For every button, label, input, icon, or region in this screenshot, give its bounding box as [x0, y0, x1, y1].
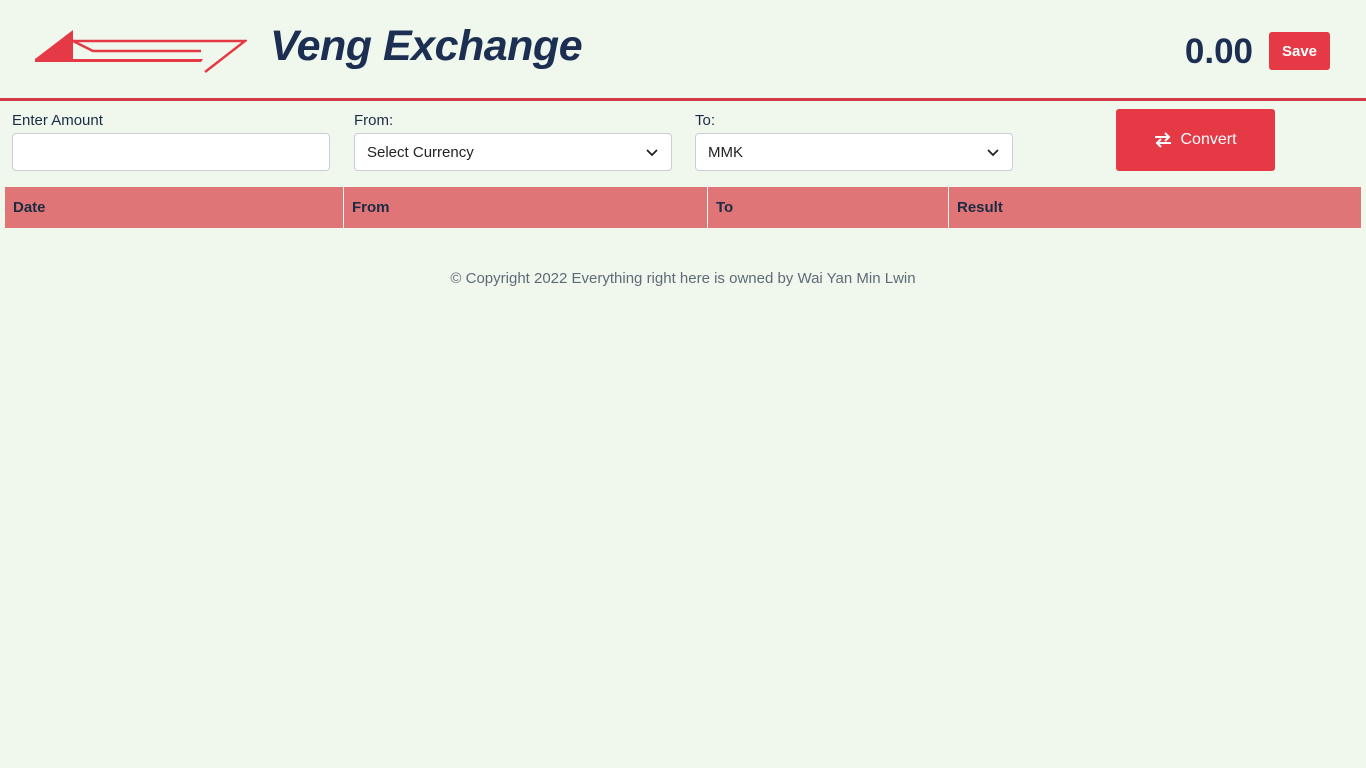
column-header-result: Result: [948, 187, 1361, 228]
column-header-from: From: [343, 187, 708, 228]
chevron-down-icon: [987, 149, 999, 157]
history-table: Date From To Result: [5, 187, 1361, 228]
from-currency-value: Select Currency: [367, 143, 474, 161]
amount-input[interactable]: [12, 133, 330, 171]
history-table-wrapper: Date From To Result: [5, 187, 1361, 228]
converter-form: Enter Amount From: Select Currency To: M…: [0, 101, 1366, 187]
save-button[interactable]: Save: [1269, 32, 1330, 70]
column-header-to: To: [707, 187, 949, 228]
table-header-row: Date From To Result: [5, 187, 1361, 228]
footer-copyright: © Copyright 2022 Everything right here i…: [450, 270, 916, 287]
total-amount: 0.00: [1184, 32, 1253, 71]
chevron-down-icon: [646, 149, 658, 157]
to-currency-value: MMK: [708, 143, 743, 161]
to-label: To:: [695, 112, 716, 129]
convert-button[interactable]: Convert: [1116, 109, 1275, 171]
from-currency-select[interactable]: Select Currency: [354, 133, 672, 171]
amount-label: Enter Amount: [12, 112, 103, 129]
app-header: Veng Exchange 0.00 Save: [0, 0, 1366, 101]
convert-label: Convert: [1180, 131, 1237, 148]
arrow-logo-icon: [35, 30, 247, 73]
to-currency-select[interactable]: MMK: [695, 133, 1013, 171]
brand-title: Veng Exchange: [270, 22, 583, 70]
column-header-date: Date: [5, 187, 344, 228]
exchange-arrows-icon: [1155, 132, 1172, 148]
from-label: From:: [354, 112, 394, 129]
